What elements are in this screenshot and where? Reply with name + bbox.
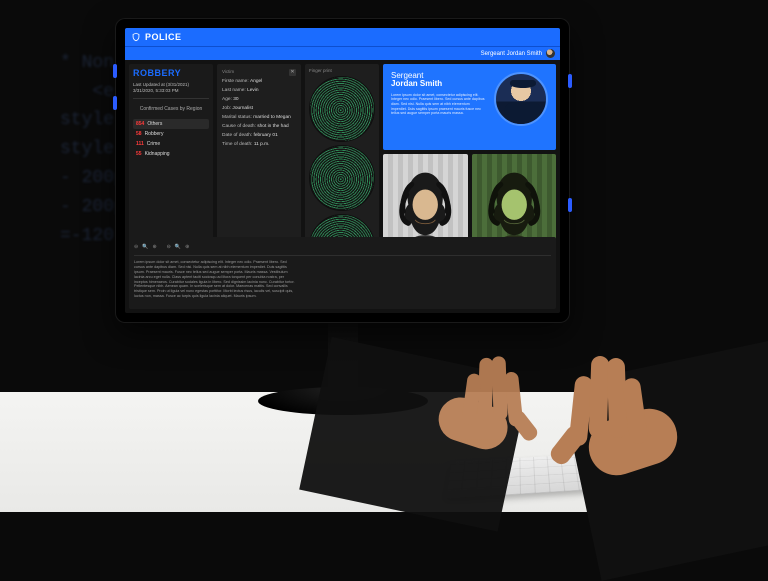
monitor: POLICE Sergeant Jordan Smith ROBBERY Las… <box>115 18 570 415</box>
officer-name: Jordan Smith <box>391 79 442 88</box>
detail-key: Cause of death: <box>222 124 256 129</box>
category-label: Kidnapping <box>145 151 170 157</box>
fingerprint-1[interactable] <box>309 76 375 142</box>
victim-header: Victim <box>222 69 234 76</box>
case-type-heading: ROBBERY <box>133 68 209 78</box>
detail-key: Last name: <box>222 88 246 93</box>
detail-row: Time of death: 11 p.m. <box>222 142 296 147</box>
detail-value: shot in the had <box>257 124 288 129</box>
officer-card: Sergeant Jordan Smith Lorem ipsum dolor … <box>383 64 556 150</box>
category-item-others[interactable]: 854Others <box>133 119 209 129</box>
detail-key: Firste name: <box>222 79 249 84</box>
detail-row: Cause of death: shot in the had <box>222 124 296 129</box>
close-icon[interactable]: ✕ <box>289 69 296 76</box>
category-count: 854 <box>136 121 144 127</box>
detail-value: Levin <box>247 88 258 93</box>
detail-row: Date of death: february 01 <box>222 133 296 138</box>
search-icon[interactable]: 🔍 <box>142 244 148 250</box>
category-count: 58 <box>136 131 142 137</box>
search-icon[interactable]: 🔍 <box>175 244 181 250</box>
zoom-out-icon[interactable]: ⊖ <box>167 244 171 250</box>
detail-row: Job: Journalist <box>222 106 296 111</box>
detail-key: Date of death: <box>222 133 252 138</box>
fingerprint-header: Finger print <box>309 68 375 73</box>
last-updated: Last Updated at (3/31/2021) 3/31/2020, 5… <box>133 82 209 99</box>
zoom-out-icon[interactable]: ⊖ <box>134 244 138 250</box>
screen: POLICE Sergeant Jordan Smith ROBBERY Las… <box>125 28 560 313</box>
detail-value: 30 <box>233 97 238 102</box>
report-toolbar: ⊖ 🔍 ⊕ ⊖ 🔍 ⊕ <box>134 242 551 256</box>
category-item-crime[interactable]: 111Crime <box>133 139 209 149</box>
category-count: 111 <box>136 141 144 147</box>
mugshot-bw[interactable] <box>383 154 468 250</box>
detail-key: Job: <box>222 106 231 111</box>
category-list: 854Others 58Robbery 111Crime 55Kidnappin… <box>133 119 209 159</box>
category-label: Others <box>147 121 162 127</box>
avatar[interactable] <box>546 49 555 58</box>
shield-icon <box>131 32 141 42</box>
cases-by-region-title: Confirmed Cases by Region <box>133 103 209 115</box>
detail-row: Age: 30 <box>222 97 296 102</box>
report-panel: ⊖ 🔍 ⊕ ⊖ 🔍 ⊕ Lorem ipsum dolor sit amet, … <box>129 237 556 309</box>
detail-value: Journalist <box>232 106 253 111</box>
monitor-stand-base <box>258 387 428 415</box>
category-label: Crime <box>147 141 160 147</box>
last-updated-time: 3/31/2020, 5:33:03 PM <box>133 88 209 94</box>
detail-key: Age: <box>222 97 232 102</box>
detail-key: Marital status: <box>222 115 252 120</box>
detail-row: Last name: Levin <box>222 88 296 93</box>
app-titlebar: POLICE <box>125 28 560 46</box>
category-item-robbery[interactable]: 58Robbery <box>133 129 209 139</box>
detail-value: Angel <box>250 79 262 84</box>
category-label: Robbery <box>145 131 164 137</box>
officer-photo <box>494 72 548 126</box>
category-item-kidnapping[interactable]: 55Kidnapping <box>133 149 209 159</box>
fingerprint-2[interactable] <box>309 145 375 211</box>
detail-row: Marital status: married to Megan <box>222 115 296 120</box>
detail-row: Firste name: Angel <box>222 79 296 84</box>
detail-value: february 01 <box>253 133 277 138</box>
mugshot-color[interactable] <box>472 154 557 250</box>
report-text: Lorem ipsum dolor sit amet, consectetur … <box>134 260 296 304</box>
app-title: POLICE <box>145 32 182 42</box>
detail-key: Time of death: <box>222 142 252 147</box>
officer-bio: Lorem ipsum dolor sit amet, consectetur … <box>391 93 486 116</box>
current-user-name: Sergeant Jordan Smith <box>481 51 542 57</box>
officer-title: Sergeant Jordan Smith <box>391 72 486 89</box>
zoom-in-icon[interactable]: ⊕ <box>152 244 156 250</box>
category-count: 55 <box>136 151 142 157</box>
zoom-in-icon[interactable]: ⊕ <box>185 244 189 250</box>
mugshot-row <box>383 154 556 250</box>
detail-value: married to Megan <box>253 115 291 120</box>
detail-value: 11 p.m. <box>254 142 270 147</box>
user-bar[interactable]: Sergeant Jordan Smith <box>125 46 560 60</box>
